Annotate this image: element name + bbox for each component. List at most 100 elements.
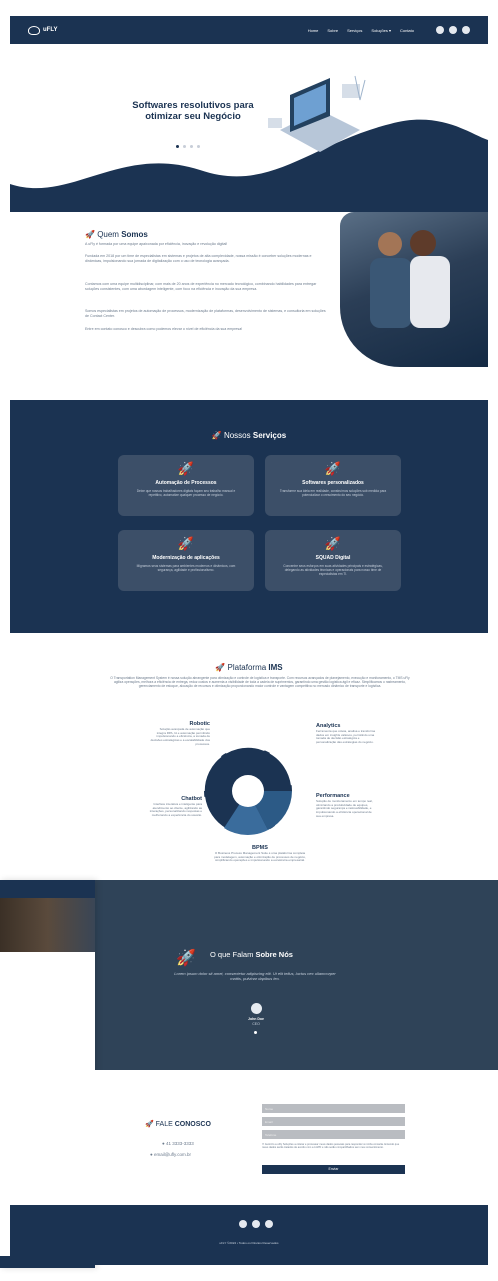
nav-solucoes[interactable]: Soluções ▾	[371, 28, 391, 33]
linkedin-icon[interactable]	[436, 26, 444, 34]
ims-feature-text: Interface interativa e inteligente para …	[149, 801, 202, 818]
logo-mark-icon	[28, 25, 40, 35]
instagram-icon[interactable]	[252, 1220, 260, 1228]
about-title: 🚀 Quem Somos	[85, 230, 148, 239]
ims-title-b: IMS	[268, 663, 283, 672]
hero-section: Softwares resolutivos para otimizar seu …	[10, 44, 488, 212]
whatsapp-icon[interactable]	[462, 26, 470, 34]
copyright: uFLY ©2024 • Todos os Direitos Reservado…	[219, 1241, 279, 1245]
service-card[interactable]: 🚀 Automação de Processos Deixe que nossos …	[118, 455, 254, 516]
contact-phone-value: 41 3333-3333	[165, 1141, 194, 1146]
contact-email-value: email@ufly.com.br	[153, 1152, 191, 1157]
rocket-icon: 🚀	[176, 950, 196, 967]
hero-wave	[10, 119, 488, 212]
team-photo	[340, 212, 488, 367]
linkedin-icon[interactable]	[239, 1220, 247, 1228]
carousel-dot[interactable]	[197, 145, 200, 148]
rocket-icon: 🚀	[215, 663, 228, 672]
footer: uFLY ©2024 • Todos os Direitos Reservado…	[10, 1205, 488, 1265]
phone-field[interactable]: Telefone	[262, 1130, 405, 1139]
ims-cycle-diagram	[203, 746, 293, 836]
ims-lead: O Transportation Management System é nos…	[110, 676, 410, 689]
name-field[interactable]: Nome	[262, 1104, 405, 1113]
side-panel-image	[0, 898, 95, 952]
ims-feature-text: Solução de monitoramento em tempo real, …	[316, 798, 373, 818]
ims-feature-performance: Performance Solução de monitoramento em t…	[316, 793, 376, 819]
nav-sobre[interactable]: Sobre	[327, 28, 338, 33]
carousel-dot[interactable]	[183, 145, 186, 148]
testimonials-title-a: O que Falam	[210, 950, 256, 959]
about-paragraph-5: Entre em contato conosco e descubra como…	[85, 327, 243, 331]
about-paragraph-1: A uFly é formada por uma equipe apaixona…	[85, 242, 228, 246]
about-paragraph-4: Somos especialistas em projetos de autom…	[85, 309, 326, 318]
service-card-title: Modernização de aplicações	[152, 555, 220, 561]
ims-feature-analytics: Analytics Ferramenta que coleta, analisa …	[316, 723, 376, 745]
about-paragraph-2: Fundada em 2018 por um time de especiali…	[85, 254, 312, 263]
contact-title: 🚀 FALE CONOSCO	[145, 1120, 211, 1128]
hero-carousel-dots	[176, 145, 200, 148]
contact-email: ● email@ufly.com.br	[150, 1152, 191, 1157]
service-card[interactable]: 🚀 SQUAD Digital Concentre seus esforços em…	[265, 530, 401, 591]
contact-title-a: FALE	[155, 1121, 175, 1128]
laptop-illustration-icon	[268, 75, 366, 152]
ims-feature-text: Solução avançada de automação que integr…	[150, 726, 210, 746]
ims-title-a: Plataforma	[227, 663, 269, 672]
whatsapp-icon[interactable]	[265, 1220, 273, 1228]
email-field[interactable]: Email	[262, 1117, 405, 1126]
avatar	[251, 1003, 262, 1014]
testimonial-role: CEO	[252, 1022, 260, 1026]
rocket-icon: 🚀	[145, 1121, 156, 1128]
rocket-icon: 🚀	[177, 461, 195, 476]
testimonials-title: O que Falam Sobre Nós	[210, 950, 293, 959]
services-title: 🚀 Nossos Serviços	[10, 431, 488, 440]
hero-title: Softwares resolutivos para otimizar seu …	[132, 100, 254, 122]
brand-logo[interactable]: uFLY	[28, 25, 58, 35]
ims-feature-text: Ferramenta que coleta, analisa e transfo…	[316, 728, 376, 745]
carousel-dot[interactable]	[190, 145, 193, 148]
services-title-b: Serviços	[252, 431, 287, 440]
service-card[interactable]: 🚀 Modernização de aplicações Migramos seus…	[118, 530, 254, 591]
rocket-icon: 🚀	[177, 536, 195, 551]
carousel-dot[interactable]	[176, 145, 179, 148]
instagram-icon[interactable]	[449, 26, 457, 34]
about-title-a: Quem	[97, 230, 122, 239]
contact-title-b: CONOSCO	[174, 1121, 211, 1128]
ims-section: 🚀 Plataforma IMS O Transportation Manage…	[10, 633, 488, 883]
navbar: uFLY Home Sobre Serviços Soluções ▾ Cont…	[10, 16, 488, 44]
about-title-b: Somos	[121, 230, 148, 239]
nav-contato[interactable]: Contato	[400, 28, 414, 33]
service-card-title: Softwares personalizados	[302, 480, 364, 486]
testimonial-quote: Lorem ipsum dolor sit amet, consectetur …	[174, 971, 336, 981]
service-card-text: Deixe que nossos trabalhadores digitais …	[136, 489, 236, 497]
testimonial-name: John Doe	[248, 1017, 264, 1021]
ims-feature-text: O Business Process Management Suite é um…	[214, 850, 306, 863]
service-card-title: SQUAD Digital	[315, 555, 351, 561]
about-paragraph-3: Contamos com uma equipe multidisciplinar…	[85, 282, 317, 291]
nav-home[interactable]: Home	[308, 28, 319, 33]
services-title-a: Nossos	[223, 431, 253, 440]
consent-checkbox[interactable]: ☐ Autorizo a uFly Soluções a coletar e p…	[262, 1143, 405, 1150]
side-panel-header	[0, 880, 95, 898]
about-section: 🚀 Quem Somos A uFly é formada por uma eq…	[10, 212, 488, 400]
rocket-icon: 🚀	[211, 431, 224, 440]
ims-feature-bpms: BPMS O Business Process Management Suite …	[214, 845, 306, 863]
service-card-text: Transforme sua ideia em realidade, const…	[279, 489, 387, 497]
rocket-icon: 🚀	[85, 230, 98, 239]
consent-text: Autorizo a uFly Soluções a coletar e pro…	[262, 1143, 400, 1150]
carousel-dot[interactable]	[254, 1031, 257, 1034]
service-card-text: Migramos seus sistemas para ambientes mo…	[136, 564, 236, 572]
brand-name: uFLY	[43, 27, 58, 33]
footer-social	[239, 1220, 273, 1228]
ims-feature-chatbot: Chatbot Interface interativa e inteligent…	[142, 796, 202, 818]
main-menu: Home Sobre Serviços Soluções ▾ Contato	[308, 28, 414, 33]
rocket-icon: 🚀	[324, 536, 342, 551]
service-card-title: Automação de Processos	[155, 480, 217, 486]
nav-servicos[interactable]: Serviços	[347, 28, 362, 33]
testimonials-title-b: Sobre Nós	[255, 950, 293, 959]
services-section: 🚀 Nossos Serviços 🚀 Automação de Processo…	[10, 400, 488, 633]
social-links	[436, 26, 470, 34]
contact-section: 🚀 FALE CONOSCO ● 41 3333-3333 ● email@uf…	[10, 1070, 488, 1205]
ims-feature-robotic: Robotic Solução avançada de automação que…	[150, 721, 210, 747]
service-card[interactable]: 🚀 Softwares personalizados Transforme sua …	[265, 455, 401, 516]
submit-button[interactable]: Enviar	[262, 1165, 405, 1174]
